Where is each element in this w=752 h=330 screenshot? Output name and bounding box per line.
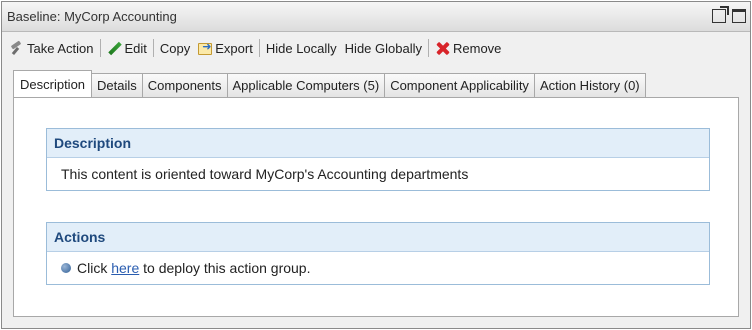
take-action-icon xyxy=(9,41,24,56)
edit-label: Edit xyxy=(124,40,147,56)
remove-button[interactable]: Remove xyxy=(431,37,505,59)
copy-button[interactable]: Copy xyxy=(156,37,194,59)
hide-globally-label: Hide Globally xyxy=(344,40,422,56)
take-action-button[interactable]: Take Action xyxy=(5,37,98,59)
title-bar-controls xyxy=(712,6,746,23)
toolbar-separator xyxy=(258,39,260,57)
tab-description[interactable]: Description xyxy=(13,70,93,97)
window-title: Baseline: MyCorp Accounting xyxy=(7,9,177,24)
tab-applicable-computers[interactable]: Applicable Computers (5) xyxy=(226,73,386,97)
maximize-icon[interactable] xyxy=(732,9,746,23)
action-prefix: Click xyxy=(77,260,108,276)
description-text: This content is oriented toward MyCorp's… xyxy=(61,166,469,182)
export-label: Export xyxy=(215,40,253,56)
tab-components[interactable]: Components xyxy=(141,73,228,97)
actions-panel-heading: Actions xyxy=(47,223,709,252)
tab-content: Description This content is oriented tow… xyxy=(13,97,739,317)
hide-globally-button[interactable]: Hide Globally xyxy=(341,37,426,59)
bullet-icon xyxy=(61,263,71,273)
description-panel-heading: Description xyxy=(47,129,709,158)
action-suffix: to deploy this action group. xyxy=(143,260,311,276)
tab-details[interactable]: Details xyxy=(91,73,143,97)
title-bar: Baseline: MyCorp Accounting xyxy=(2,2,750,32)
tab-component-applicability[interactable]: Component Applicability xyxy=(384,73,535,97)
edit-button[interactable]: Edit xyxy=(103,37,151,59)
remove-label: Remove xyxy=(453,40,502,56)
toolbar-separator xyxy=(152,39,154,57)
actions-panel: Actions Click here to deploy this action… xyxy=(46,222,710,285)
popout-icon[interactable] xyxy=(712,6,729,23)
hide-locally-label: Hide Locally xyxy=(265,40,337,56)
take-action-label: Take Action xyxy=(27,40,94,56)
deploy-here-link[interactable]: here xyxy=(111,260,139,276)
action-item: Click here to deploy this action group. xyxy=(47,252,709,284)
toolbar-separator xyxy=(99,39,101,57)
tab-strip: Description Details Components Applicabl… xyxy=(13,70,646,97)
hide-locally-button[interactable]: Hide Locally xyxy=(262,37,341,59)
export-icon xyxy=(198,40,213,55)
description-panel: Description This content is oriented tow… xyxy=(46,128,710,191)
edit-icon xyxy=(107,41,122,56)
remove-icon xyxy=(435,41,450,56)
toolbar: Take Action Edit Copy Export Hide Locall… xyxy=(5,36,555,60)
copy-label: Copy xyxy=(159,40,191,56)
toolbar-separator xyxy=(428,39,429,57)
tab-action-history[interactable]: Action History (0) xyxy=(533,73,646,97)
export-button[interactable]: Export xyxy=(194,37,257,59)
baseline-window: Baseline: MyCorp Accounting Take Action … xyxy=(1,1,751,329)
